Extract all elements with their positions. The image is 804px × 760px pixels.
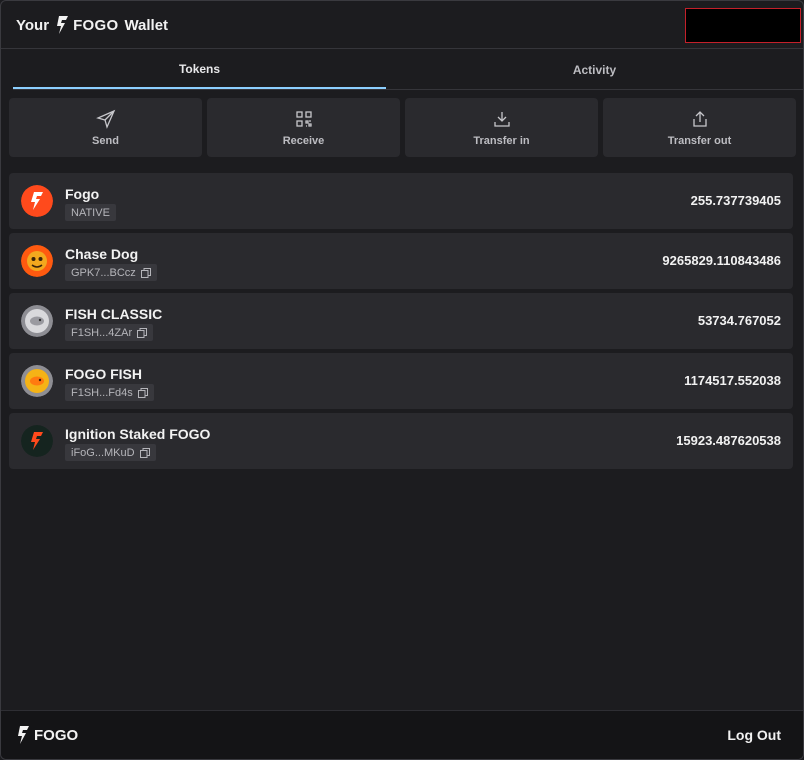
receive-button[interactable]: Receive [207,98,400,157]
transfer-in-label: Transfer in [473,134,530,147]
token-address: GPK7...BCcz [71,266,136,279]
qr-code-icon [295,110,312,127]
token-list: Fogo NATIVE 255.737739405 Chase Dog GPK7… [9,173,793,473]
token-address: iFoG...MKuD [71,446,135,459]
wallet-title: Your FOGO Wallet [16,15,168,35]
download-icon [493,111,510,127]
token-name: Fogo [65,186,100,202]
token-badge: GPK7...BCcz [65,264,157,281]
footer: FOGO Log Out [1,710,803,759]
tab-tokens[interactable]: Tokens [13,50,386,89]
fogo-fish-token-icon [21,365,53,397]
token-amount: 15923.487620538 [676,433,781,448]
chase-dog-token-icon [21,245,53,277]
transfer-out-label: Transfer out [667,134,732,147]
token-address: NATIVE [71,206,110,219]
title-prefix: Your [16,16,50,34]
copy-icon[interactable] [139,447,150,458]
token-name: Chase Dog [65,246,139,262]
fogo-bolt-icon [57,16,69,34]
token-amount: 1174517.552038 [684,373,781,388]
token-badge: iFoG...MKuD [65,444,156,461]
token-amount: 53734.767052 [697,313,781,328]
copy-icon[interactable] [137,327,148,338]
token-row-fogo-fish[interactable]: FOGO FISH F1SH...Fd4s 1174517.552038 [9,353,793,409]
send-label: Send [92,134,119,147]
copy-icon[interactable] [137,387,148,398]
token-badge: F1SH...4ZAr [65,324,154,341]
token-amount: 9265829.110843486 [662,253,781,268]
token-badge: F1SH...Fd4s [65,384,154,401]
token-amount: 255.737739405 [690,193,781,208]
ignition-staked-fogo-token-icon [21,425,53,457]
send-button[interactable]: Send [9,98,202,157]
token-row-chase-dog[interactable]: Chase Dog GPK7...BCcz 9265829.110843486 [9,233,793,289]
upload-icon [692,110,707,127]
wallet-window: Your FOGO Wallet Tokens Activity Send Re… [0,0,804,760]
transfer-out-button[interactable]: Transfer out [603,98,796,157]
action-bar: Send Receive Transfer in Transfer out [9,98,797,157]
fish-classic-token-icon [21,305,53,337]
token-address: F1SH...4ZAr [71,326,133,339]
token-name: FOGO FISH [65,366,142,382]
log-out-button[interactable]: Log Out [727,727,781,743]
send-icon [95,109,115,129]
transfer-in-button[interactable]: Transfer in [405,98,598,157]
title-brand: FOGO [73,16,119,34]
token-address: F1SH...Fd4s [71,386,133,399]
fogo-token-icon [21,185,53,217]
tab-activity[interactable]: Activity [386,50,803,89]
token-name: FISH CLASSIC [65,306,163,322]
title-suffix: Wallet [124,16,169,34]
redacted-account-box [685,8,801,43]
token-badge: NATIVE [65,204,116,221]
tab-bar: Tokens Activity [13,50,803,90]
footer-brand: FOGO [34,726,79,744]
receive-label: Receive [282,134,325,147]
token-row-fish-classic[interactable]: FISH CLASSIC F1SH...4ZAr 53734.767052 [9,293,793,349]
token-row-ignition-staked-fogo[interactable]: Ignition Staked FOGO iFoG...MKuD 15923.4… [9,413,793,469]
copy-icon[interactable] [140,267,151,278]
header: Your FOGO Wallet [1,1,803,49]
token-row-fogo[interactable]: Fogo NATIVE 255.737739405 [9,173,793,229]
token-name: Ignition Staked FOGO [65,426,211,442]
fogo-bolt-icon [18,726,29,744]
footer-logo: FOGO [16,725,78,745]
